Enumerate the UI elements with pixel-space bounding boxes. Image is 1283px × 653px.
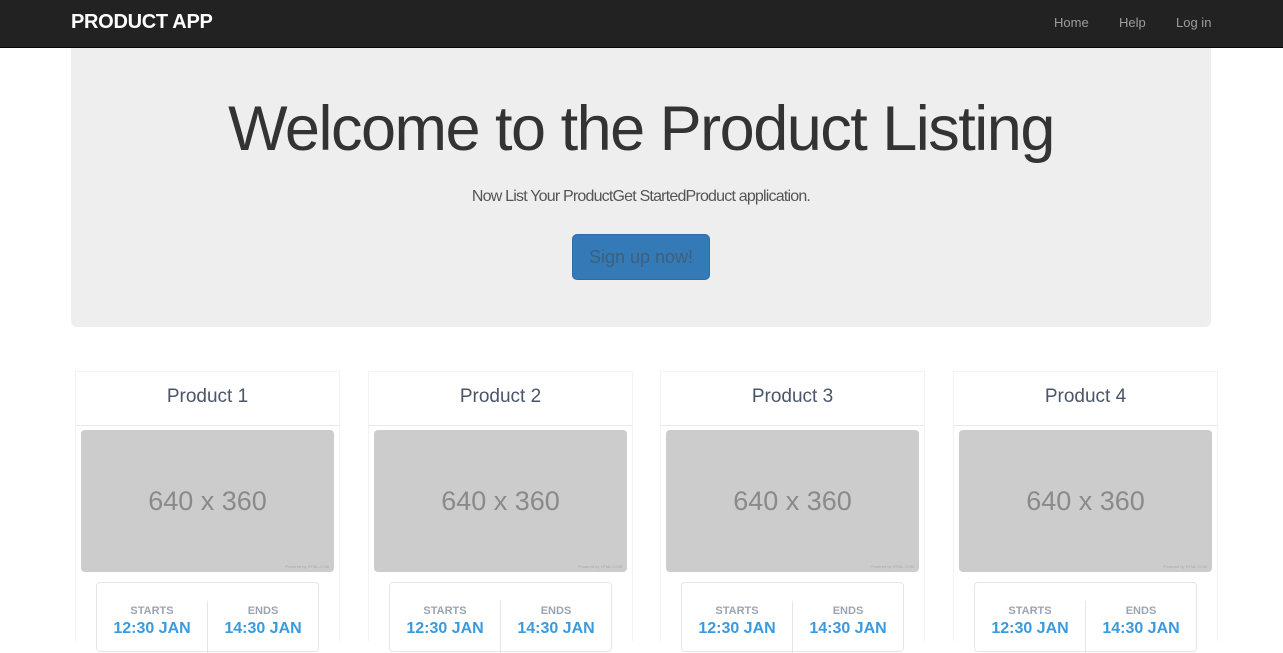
image-credit: Powered by HTML.COM <box>870 564 914 569</box>
signup-button[interactable]: Sign up now! <box>572 234 710 280</box>
ends-value: 14:30 JAN <box>1102 620 1180 637</box>
product-image[interactable]: 640 x 360 Powered by HTML.COM <box>666 430 919 572</box>
card-divider <box>954 425 1217 426</box>
schedule-box: STARTS 12:30 JAN ENDS 14:30 JAN <box>389 582 612 653</box>
ends-label: ENDS <box>832 605 864 617</box>
image-credit: Powered by HTML.COM <box>578 564 622 569</box>
ends-value: 14:30 JAN <box>224 620 302 637</box>
starts-value: 12:30 JAN <box>406 620 484 637</box>
image-size-text: 640 x 360 <box>733 486 852 516</box>
starts-label: STARTS <box>715 605 759 617</box>
starts-value: 12:30 JAN <box>698 620 776 637</box>
product-card-2: Product 2 640 x 360 Powered by HTML.COM … <box>368 371 633 653</box>
schedule-box: STARTS 12:30 JAN ENDS 14:30 JAN <box>681 582 904 653</box>
navbar: PRODUCT APP Home Help Log in <box>0 0 1283 48</box>
product-title[interactable]: Product 1 <box>76 386 339 408</box>
image-credit: Powered by HTML.COM <box>285 564 329 569</box>
ends-label: ENDS <box>540 605 572 617</box>
image-credit: Powered by HTML.COM <box>1163 564 1207 569</box>
ends-label: ENDS <box>1125 605 1157 617</box>
image-size-text: 640 x 360 <box>1026 486 1145 516</box>
image-size-text: 640 x 360 <box>148 486 267 516</box>
ends-value: 14:30 JAN <box>809 620 887 637</box>
card-divider <box>76 425 339 426</box>
product-card-3: Product 3 640 x 360 Powered by HTML.COM … <box>660 371 925 653</box>
ends-label: ENDS <box>247 605 279 617</box>
starts-label: STARTS <box>423 605 467 617</box>
starts-label: STARTS <box>1008 605 1052 617</box>
ends-value: 14:30 JAN <box>517 620 595 637</box>
product-card-4: Product 4 640 x 360 Powered by HTML.COM … <box>953 371 1218 653</box>
hero-subtitle: Now List Your ProductGet StartedProduct … <box>471 188 811 205</box>
card-divider <box>369 425 632 426</box>
product-title[interactable]: Product 4 <box>954 386 1217 408</box>
product-image[interactable]: 640 x 360 Powered by HTML.COM <box>81 430 334 572</box>
product-image[interactable]: 640 x 360 Powered by HTML.COM <box>374 430 627 572</box>
product-image[interactable]: 640 x 360 Powered by HTML.COM <box>959 430 1212 572</box>
nav-link-home[interactable]: Home <box>1054 15 1089 30</box>
product-title[interactable]: Product 2 <box>369 386 632 408</box>
starts-value: 12:30 JAN <box>113 620 191 637</box>
hero-jumbotron: Welcome to the Product Listing Now List … <box>71 48 1211 327</box>
starts-value: 12:30 JAN <box>991 620 1069 637</box>
nav-link-login[interactable]: Log in <box>1176 15 1211 30</box>
product-title[interactable]: Product 3 <box>661 386 924 408</box>
nav-link-help[interactable]: Help <box>1119 15 1146 30</box>
image-size-text: 640 x 360 <box>441 486 560 516</box>
hero-title: Welcome to the Product Listing <box>228 94 1055 164</box>
product-card-1: Product 1 640 x 360 Powered by HTML.COM … <box>75 371 340 653</box>
schedule-box: STARTS 12:30 JAN ENDS 14:30 JAN <box>974 582 1197 653</box>
brand-logo[interactable]: PRODUCT APP <box>71 11 213 34</box>
card-divider <box>661 425 924 426</box>
starts-label: STARTS <box>130 605 174 617</box>
schedule-box: STARTS 12:30 JAN ENDS 14:30 JAN <box>96 582 319 653</box>
